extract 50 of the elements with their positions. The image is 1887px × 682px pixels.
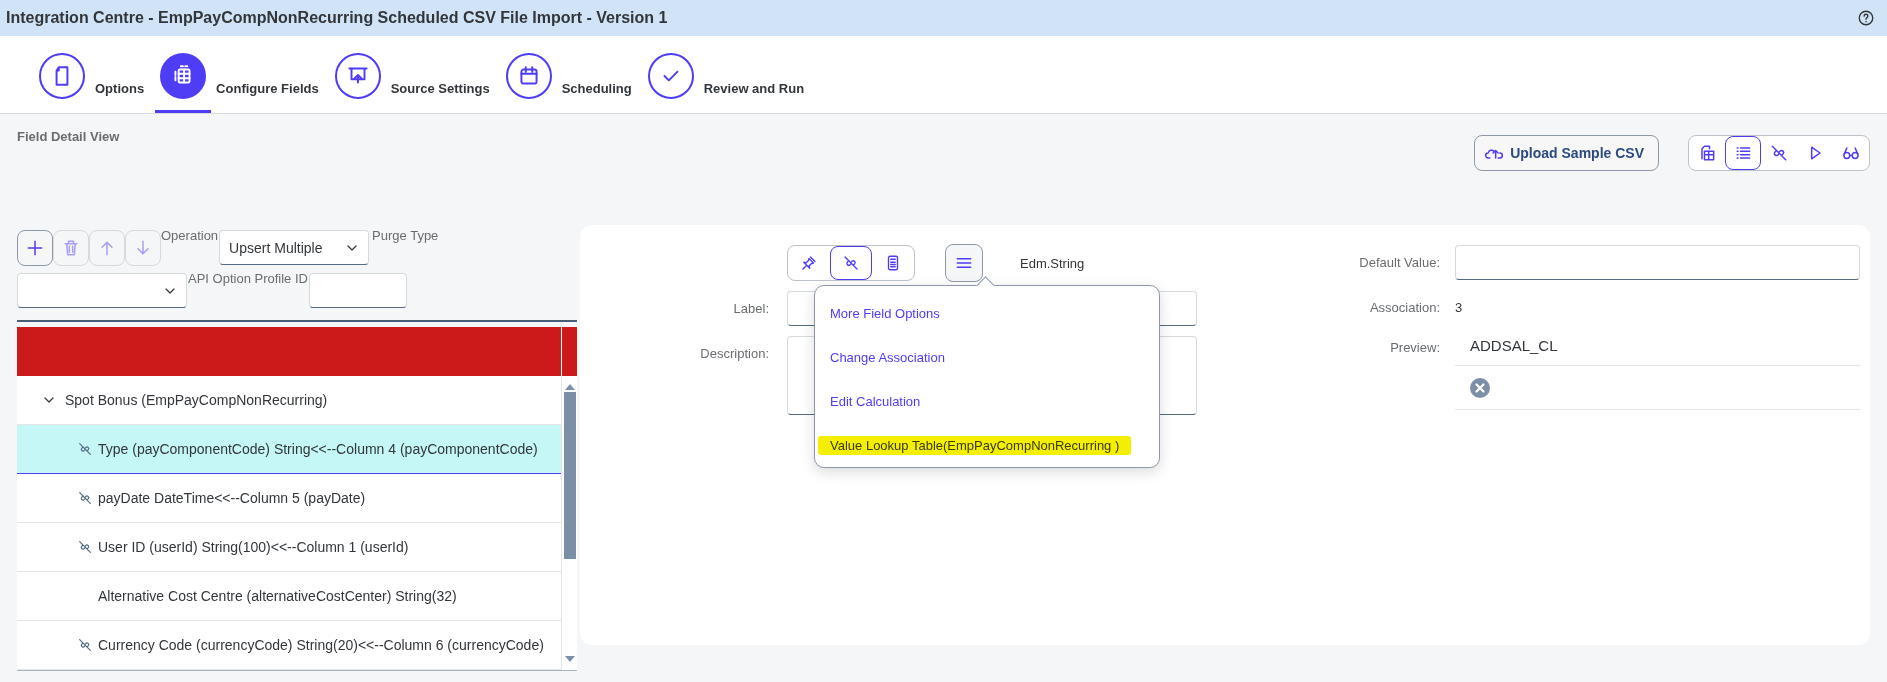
purge-type-select[interactable]: [17, 273, 187, 308]
connector-icon: [842, 254, 860, 272]
menu-button[interactable]: [945, 244, 983, 282]
wizard-step[interactable]: Options: [34, 53, 145, 113]
clear-icon[interactable]: [1470, 377, 1490, 398]
pin-icon: [800, 254, 818, 272]
list-button[interactable]: [1725, 136, 1761, 170]
association-value: 3: [1455, 299, 1464, 317]
window-title: Integration Centre - EmpPayCompNonRecurring Scheduled CSV File Import - Version 1: [6, 9, 668, 27]
plus-icon: [25, 238, 45, 258]
wizard-step[interactable]: Source Settings: [329, 53, 490, 113]
preview-label: Preview:: [1389, 339, 1440, 357]
api-option-profile-id-label: API Option Profile ID: [188, 271, 308, 286]
plus-button[interactable]: [17, 230, 53, 266]
tree-row[interactable]: Type (payComponentCode) String<<--Column 4 (payComponentCode): [17, 425, 561, 474]
preview-value: ADDSAL_CL: [1470, 337, 1558, 354]
wizard-step[interactable]: Configure Fields: [155, 53, 319, 113]
connector-icon: [77, 637, 93, 653]
api-option-profile-id-field[interactable]: [308, 273, 407, 308]
connector-icon: [77, 441, 93, 457]
connector-icon: [77, 539, 93, 555]
operation-select[interactable]: Upsert Multiple: [219, 230, 370, 265]
menu-item[interactable]: More Field Options: [815, 291, 1159, 335]
scrollbar-thumb[interactable]: [563, 392, 576, 559]
wizard-step[interactable]: Review and Run: [642, 53, 805, 113]
connector-button[interactable]: [830, 246, 872, 280]
menu-item[interactable]: Value Lookup Table(EmpPayCompNonRecurring ): [815, 423, 1159, 467]
connector-icon: [1769, 143, 1789, 163]
upload-sample-csv-button[interactable]: Upload Sample CSV: [1474, 135, 1659, 171]
connector-icon: [77, 490, 93, 506]
data-type-text: Edm.String: [1020, 255, 1085, 271]
tree-row[interactable]: Currency Code (currencyCode) String(20)<<--Column 6 (currencyCode): [17, 621, 561, 670]
association-label: Association:: [1368, 299, 1440, 317]
tree-row[interactable]: payDate DateTime<<--Column 5 (payDate): [17, 474, 561, 523]
menu-item[interactable]: Edit Calculation: [815, 379, 1159, 423]
default-value-field[interactable]: [1455, 245, 1860, 280]
operation-label: Operation: [161, 228, 219, 243]
wizard-step[interactable]: Scheduling: [500, 53, 632, 113]
tree-row[interactable]: User ID (userId) String(100)<<--Column 1 (userId): [17, 523, 561, 572]
help-icon[interactable]: [1857, 9, 1875, 27]
tree-row[interactable]: Alternative Cost Centre (alternativeCostCenter) String(32): [17, 572, 561, 621]
scrollbar[interactable]: [561, 376, 577, 670]
menu-item[interactable]: Change Association: [815, 335, 1159, 379]
scroll-down-icon[interactable]: [564, 656, 575, 662]
description-label: Description:: [699, 345, 770, 363]
tree-row[interactable]: Spot Bonus (EmpPayCompNonRecurring): [17, 376, 561, 425]
view-title: Field Detail View: [17, 129, 120, 144]
label-label: Label:: [732, 300, 770, 318]
default-value-label: Default Value:: [1358, 254, 1440, 272]
purge-type-label: Purge Type: [372, 228, 439, 243]
